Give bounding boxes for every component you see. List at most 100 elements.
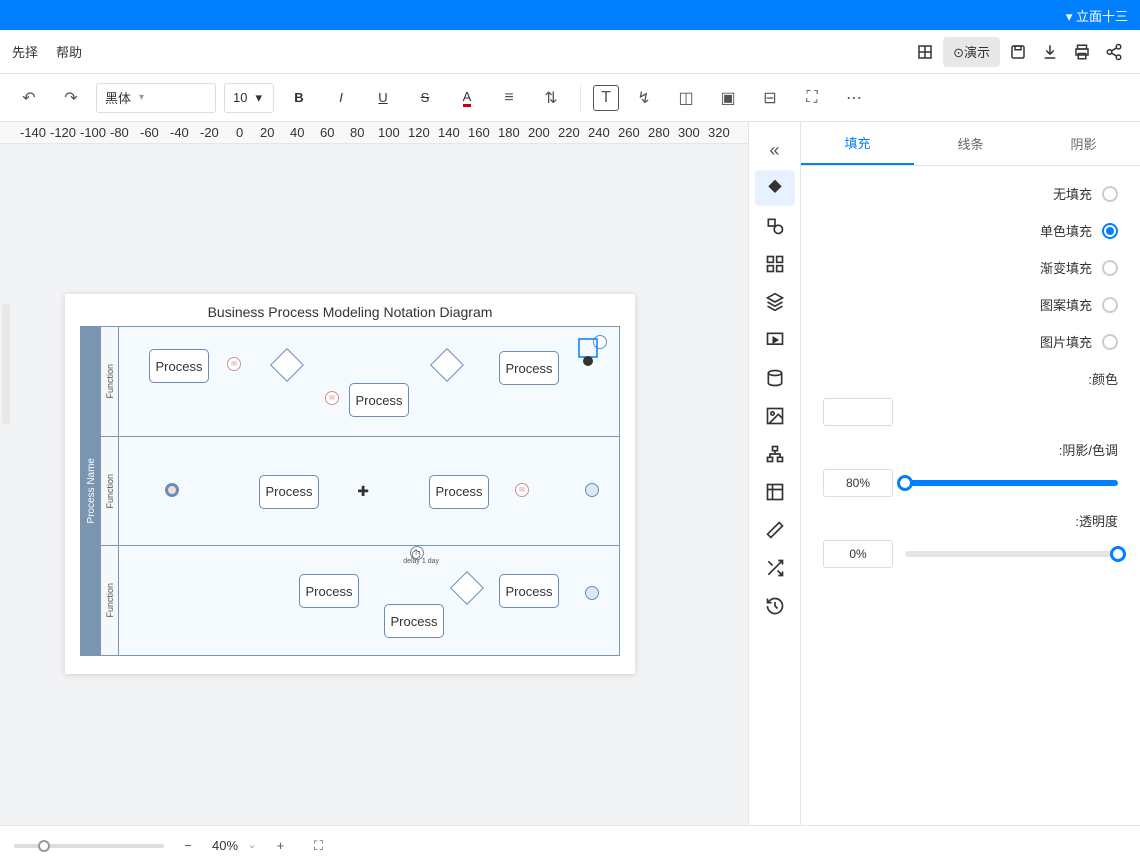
process-box[interactable]: Process bbox=[499, 574, 559, 608]
zoom-slider[interactable] bbox=[14, 844, 164, 848]
opacity-slider[interactable] bbox=[905, 551, 1118, 557]
hierarchy-icon[interactable] bbox=[755, 436, 795, 472]
plus-gateway[interactable]: ✚ bbox=[357, 483, 369, 500]
pool-title: Process Name bbox=[81, 327, 101, 655]
lane-2-title: Function bbox=[101, 437, 119, 546]
shape-front-icon[interactable]: ▣ bbox=[711, 81, 745, 115]
end-event[interactable] bbox=[165, 483, 179, 497]
process-box[interactable]: Process bbox=[299, 574, 359, 608]
print-icon[interactable] bbox=[1068, 38, 1096, 66]
workspace: -140-120-100-80-60-40-200204060801001201… bbox=[0, 122, 1140, 825]
ruler-tool-icon[interactable] bbox=[755, 512, 795, 548]
process-box[interactable]: Process bbox=[384, 604, 444, 638]
tab-fill[interactable]: 填充 bbox=[801, 122, 914, 165]
grid-shapes-icon[interactable] bbox=[755, 246, 795, 282]
opacity-label: 透明度: bbox=[823, 511, 1118, 530]
strike-icon[interactable]: S bbox=[408, 81, 442, 115]
save-icon[interactable] bbox=[1004, 38, 1032, 66]
scrollbar-vertical[interactable] bbox=[2, 304, 10, 424]
lane-3[interactable]: Function Process delay 1 day ⏱ Process P… bbox=[101, 546, 619, 655]
font-family-select[interactable]: 黑体▾ bbox=[96, 83, 216, 113]
gateway[interactable] bbox=[450, 571, 484, 605]
gateway[interactable] bbox=[270, 348, 304, 382]
shadow-slider[interactable] bbox=[905, 480, 1118, 486]
radio-solid-fill[interactable] bbox=[1102, 223, 1118, 239]
panel-tabs: 填充 线条 阴影 bbox=[801, 122, 1140, 166]
fill-tool-icon[interactable] bbox=[755, 170, 795, 206]
database-icon[interactable] bbox=[755, 360, 795, 396]
image-icon[interactable] bbox=[755, 398, 795, 434]
message-event[interactable]: ✉ bbox=[515, 483, 529, 497]
download-icon[interactable] bbox=[1036, 38, 1064, 66]
titlebar: 立面十三 ▾ bbox=[0, 0, 1140, 30]
layers-icon[interactable] bbox=[755, 284, 795, 320]
properties-panel: 填充 线条 阴影 无填充 单色填充 渐变填充 图案填充 图片填充 颜色: 阴影/… bbox=[800, 122, 1140, 825]
lane-1[interactable]: Function Process Process ✉ ✉ Process bbox=[101, 327, 619, 437]
lane-3-title: Function bbox=[101, 546, 119, 655]
collapse-icon[interactable]: « bbox=[755, 132, 795, 168]
font-size-select[interactable]: 10▾ bbox=[224, 83, 274, 113]
font-color-icon[interactable]: A bbox=[450, 81, 484, 115]
align-obj-icon[interactable]: ⊟ bbox=[753, 81, 787, 115]
bold-icon[interactable]: B bbox=[282, 81, 316, 115]
tab-shadow[interactable]: 阴影 bbox=[1027, 122, 1140, 165]
line-spacing-icon[interactable]: ⇅ bbox=[534, 81, 568, 115]
radio-gradient-fill[interactable] bbox=[1102, 260, 1118, 276]
panel-body: 无填充 单色填充 渐变填充 图案填充 图片填充 颜色: 阴影/色调: 80% 透… bbox=[801, 166, 1140, 825]
message-event[interactable]: ✉ bbox=[227, 357, 241, 371]
radio-pattern-fill[interactable] bbox=[1102, 297, 1118, 313]
process-box[interactable]: Process bbox=[149, 349, 209, 383]
diagram-page[interactable]: Business Process Modeling Notation Diagr… bbox=[65, 294, 635, 674]
history-icon[interactable] bbox=[755, 588, 795, 624]
undo-icon[interactable]: ↶ bbox=[12, 81, 46, 115]
italic-icon[interactable]: I bbox=[324, 81, 358, 115]
table-icon[interactable] bbox=[755, 474, 795, 510]
opacity-value[interactable]: 0% bbox=[823, 540, 893, 568]
statusbar: − 40% ⌄ + ⛶ bbox=[0, 825, 1140, 865]
lane-2[interactable]: Function Process ✉ ✚ Process bbox=[101, 437, 619, 547]
fullscreen-icon[interactable]: ⛶ bbox=[304, 832, 332, 860]
start-event[interactable] bbox=[593, 335, 607, 349]
share-icon[interactable] bbox=[1100, 38, 1128, 66]
radio-image-fill[interactable] bbox=[1102, 334, 1118, 350]
doc-title[interactable]: 立面十三 ▾ bbox=[1066, 6, 1128, 25]
message-event[interactable]: ✉ bbox=[325, 391, 339, 405]
tab-line[interactable]: 线条 bbox=[914, 122, 1027, 165]
shapes-icon[interactable] bbox=[755, 208, 795, 244]
align-icon[interactable]: ≡ bbox=[492, 81, 526, 115]
side-toolbar: « bbox=[748, 122, 800, 825]
underline-icon[interactable]: U bbox=[366, 81, 400, 115]
diagram-title: Business Process Modeling Notation Diagr… bbox=[65, 294, 635, 326]
present-icon[interactable] bbox=[755, 322, 795, 358]
toolbar-format: ↶ ↷ 黑体▾ 10▾ B I U S A ≡ ⇅ T ↯ ◫ ▣ ⊟ ⛶ ⋯ bbox=[0, 74, 1140, 122]
delay-label: delay 1 day bbox=[403, 558, 439, 565]
process-box[interactable]: Process bbox=[259, 475, 319, 509]
menu-help[interactable]: 帮助 bbox=[56, 42, 82, 61]
redo-icon[interactable]: ↷ bbox=[54, 81, 88, 115]
shape-back-icon[interactable]: ◫ bbox=[669, 81, 703, 115]
process-box[interactable]: Process bbox=[429, 475, 489, 509]
connector-icon[interactable]: ↯ bbox=[627, 81, 661, 115]
text-tool-icon[interactable]: T bbox=[593, 85, 619, 111]
process-box[interactable]: Process bbox=[349, 383, 409, 417]
canvas-wrap: -140-120-100-80-60-40-200204060801001201… bbox=[0, 122, 748, 825]
shuffle-icon[interactable] bbox=[755, 550, 795, 586]
fit-icon[interactable]: ⛶ bbox=[795, 81, 829, 115]
gateway[interactable] bbox=[430, 348, 464, 382]
color-label: 颜色: bbox=[823, 369, 1118, 388]
start-event[interactable] bbox=[585, 586, 599, 600]
preview-button[interactable]: 演示⊙ bbox=[943, 37, 1000, 67]
menu-select[interactable]: 先择 bbox=[12, 42, 38, 61]
process-box[interactable]: Process bbox=[499, 351, 559, 385]
bpmn-pool[interactable]: Process Name Function Process Process ✉ bbox=[80, 326, 620, 656]
zoom-in-icon[interactable]: + bbox=[266, 832, 294, 860]
zoom-out-icon[interactable]: − bbox=[174, 832, 202, 860]
radio-no-fill[interactable] bbox=[1102, 186, 1118, 202]
zoom-caret-icon[interactable]: ⌄ bbox=[248, 840, 256, 851]
grid-icon[interactable] bbox=[911, 38, 939, 66]
more-icon[interactable]: ⋯ bbox=[837, 81, 871, 115]
canvas[interactable]: Business Process Modeling Notation Diagr… bbox=[0, 144, 748, 825]
shadow-value[interactable]: 80% bbox=[823, 469, 893, 497]
start-event[interactable] bbox=[585, 483, 599, 497]
color-picker[interactable] bbox=[823, 398, 893, 426]
